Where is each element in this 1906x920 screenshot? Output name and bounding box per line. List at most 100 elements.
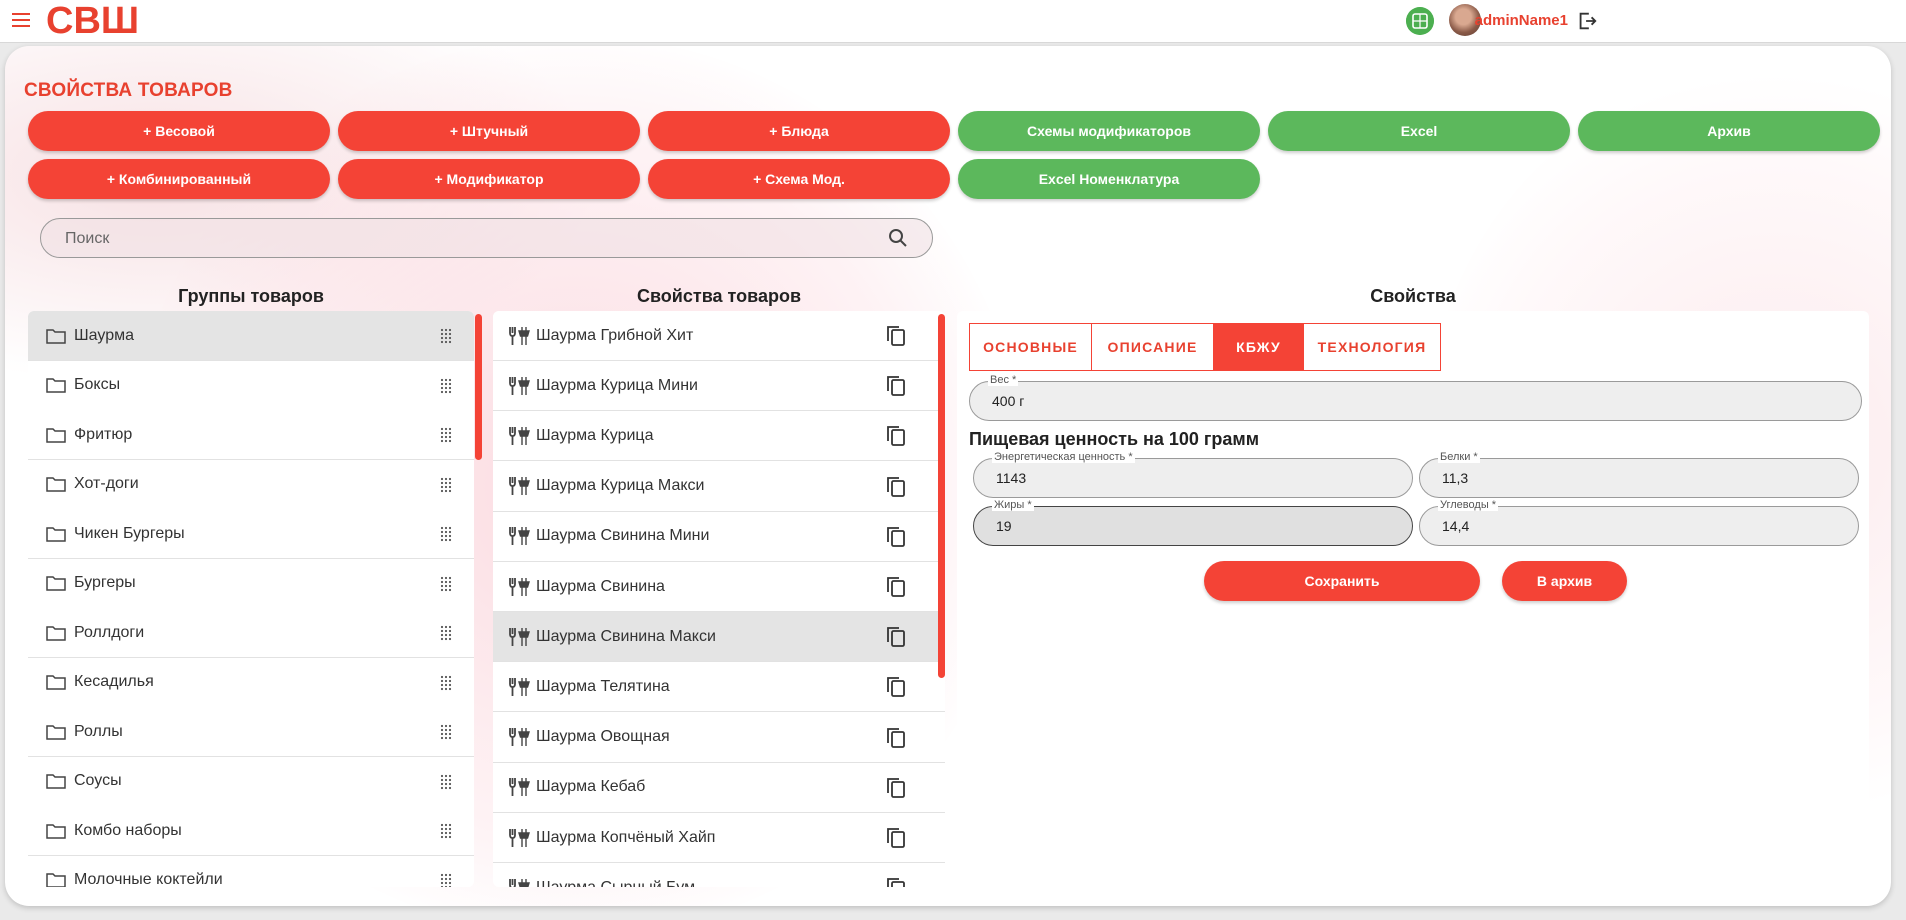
drag-handle-icon[interactable]	[440, 625, 452, 641]
product-list-item[interactable]: Шаурма Свинина Мини	[493, 511, 945, 562]
fat-field[interactable]: Жиры * 19	[973, 499, 1413, 546]
product-list-item[interactable]: Шаурма Овощная	[493, 712, 945, 763]
group-label: Шаурма	[74, 326, 134, 344]
product-label: Шаурма Кебаб	[536, 778, 646, 796]
tab-basic[interactable]: ОСНОВНЫЕ	[970, 324, 1092, 370]
drag-handle-icon[interactable]	[440, 873, 452, 888]
folder-icon	[46, 675, 66, 690]
group-label: Чикен Бургеры	[74, 524, 185, 542]
product-list-item[interactable]: Шаурма Грибной Хит	[493, 311, 945, 361]
copy-icon[interactable]	[885, 726, 907, 750]
group-label: Роллы	[74, 722, 123, 740]
brand-logo[interactable]: СВШ	[46, 0, 146, 40]
add-combined-button[interactable]: + Комбинированный	[28, 159, 330, 199]
group-list-item[interactable]: Кесадилья	[28, 657, 474, 708]
product-list-item[interactable]: Шаурма Курица	[493, 411, 945, 462]
groups-scrollbar[interactable]	[475, 314, 482, 460]
search-input[interactable]	[63, 219, 887, 259]
add-mod-scheme-button[interactable]: + Схема Мод.	[648, 159, 950, 199]
group-list-item[interactable]: Чикен Бургеры	[28, 509, 474, 559]
tab-description[interactable]: ОПИСАНИЕ	[1092, 324, 1214, 370]
protein-field[interactable]: Белки * 11,3	[1419, 451, 1859, 498]
products-title: Свойства товаров	[636, 286, 802, 306]
fat-value: 19	[996, 518, 1012, 534]
excel-button[interactable]: Excel	[1268, 111, 1570, 151]
copy-icon[interactable]	[885, 776, 907, 800]
group-list-item[interactable]: Хот-доги	[28, 459, 474, 510]
products-scrollbar[interactable]	[938, 314, 945, 678]
group-list-item[interactable]: Комбо наборы	[28, 806, 474, 856]
product-list-item[interactable]: Шаурма Курица Макси	[493, 461, 945, 512]
group-list-item[interactable]: Бургеры	[28, 558, 474, 609]
logout-icon[interactable]	[1576, 10, 1598, 32]
save-button[interactable]: Сохранить	[1204, 561, 1480, 601]
group-label: Роллдоги	[74, 623, 145, 641]
carbs-label: Углеводы *	[1438, 499, 1499, 511]
food-icon	[509, 828, 530, 847]
copy-icon[interactable]	[885, 876, 907, 887]
product-list-item[interactable]: Шаурма Кебаб	[493, 762, 945, 813]
main-card: СВОЙСТВА ТОВАРОВ + Весовой + Штучный + Б…	[5, 46, 1891, 906]
search-icon[interactable]	[888, 228, 908, 248]
drag-handle-icon[interactable]	[440, 724, 452, 740]
drag-handle-icon[interactable]	[440, 774, 452, 790]
tab-nutrition[interactable]: КБЖУ	[1214, 324, 1304, 370]
product-label: Шаурма Свинина Мини	[536, 527, 710, 545]
food-icon	[509, 728, 530, 747]
folder-icon	[46, 526, 66, 542]
food-icon	[509, 677, 530, 696]
product-list-item[interactable]: Шаурма Копчёный Хайп	[493, 813, 945, 863]
menu-icon[interactable]	[12, 13, 30, 27]
copy-icon[interactable]	[885, 424, 907, 448]
drag-handle-icon[interactable]	[440, 477, 452, 493]
copy-icon[interactable]	[885, 575, 907, 599]
group-list-item[interactable]: Боксы	[28, 360, 474, 411]
energy-field[interactable]: Энергетическая ценность * 1143	[973, 451, 1413, 498]
excel-icon[interactable]	[1406, 7, 1434, 35]
copy-icon[interactable]	[885, 675, 907, 699]
group-list-item[interactable]: Роллдоги	[28, 608, 474, 658]
group-list-item[interactable]: Шаурма	[28, 311, 474, 361]
product-list-item[interactable]: Шаурма Свинина	[493, 562, 945, 612]
archive-button[interactable]: Архив	[1578, 111, 1880, 151]
add-piece-button[interactable]: + Штучный	[338, 111, 640, 151]
drag-handle-icon[interactable]	[440, 328, 452, 344]
tab-technology[interactable]: ТЕХНОЛОГИЯ	[1304, 324, 1440, 370]
archive-item-button[interactable]: В архив	[1502, 561, 1627, 601]
copy-icon[interactable]	[885, 475, 907, 499]
excel-nomenclature-button[interactable]: Excel Номенклатура	[958, 159, 1260, 199]
group-list-item[interactable]: Молочные коктейли	[28, 855, 474, 888]
add-dish-button[interactable]: + Блюда	[648, 111, 950, 151]
group-list-item[interactable]: Соусы	[28, 756, 474, 807]
product-list-item[interactable]: Шаурма Курица Мини	[493, 361, 945, 412]
product-label: Шаурма Овощная	[536, 728, 670, 746]
copy-icon[interactable]	[885, 374, 907, 398]
group-list-item[interactable]: Роллы	[28, 707, 474, 757]
weight-field[interactable]: Вес * 400 г	[969, 374, 1862, 421]
carbs-field[interactable]: Углеводы * 14,4	[1419, 499, 1859, 546]
drag-handle-icon[interactable]	[440, 675, 452, 691]
drag-handle-icon[interactable]	[440, 576, 452, 592]
drag-handle-icon[interactable]	[440, 378, 452, 394]
modifier-schemes-button[interactable]: Схемы модификаторов	[958, 111, 1260, 151]
add-modifier-button[interactable]: + Модификатор	[338, 159, 640, 199]
add-weighted-button[interactable]: + Весовой	[28, 111, 330, 151]
product-list-item[interactable]: Шаурма Телятина	[493, 662, 945, 713]
drag-handle-icon[interactable]	[440, 823, 452, 839]
product-list-item[interactable]: Шаурма Свинина Макси	[493, 612, 945, 663]
copy-icon[interactable]	[885, 324, 907, 348]
drag-handle-icon[interactable]	[440, 427, 452, 443]
product-label: Шаурма Свинина Макси	[536, 627, 716, 645]
username[interactable]: adminName1	[1475, 12, 1568, 29]
properties-title: Свойства	[1370, 286, 1456, 306]
copy-icon[interactable]	[885, 625, 907, 649]
groups-title: Группы товаров	[178, 286, 324, 306]
properties-tabs: ОСНОВНЫЕ ОПИСАНИЕ КБЖУ ТЕХНОЛОГИЯ	[969, 323, 1441, 371]
food-icon	[509, 627, 530, 646]
copy-icon[interactable]	[885, 525, 907, 549]
properties-panel: ОСНОВНЫЕ ОПИСАНИЕ КБЖУ ТЕХНОЛОГИЯ Вес * …	[957, 311, 1869, 887]
copy-icon[interactable]	[885, 826, 907, 850]
drag-handle-icon[interactable]	[440, 526, 452, 542]
group-list-item[interactable]: Фритюр	[28, 410, 474, 460]
product-list-item[interactable]: Шаурма Сырный Бум	[493, 863, 945, 887]
